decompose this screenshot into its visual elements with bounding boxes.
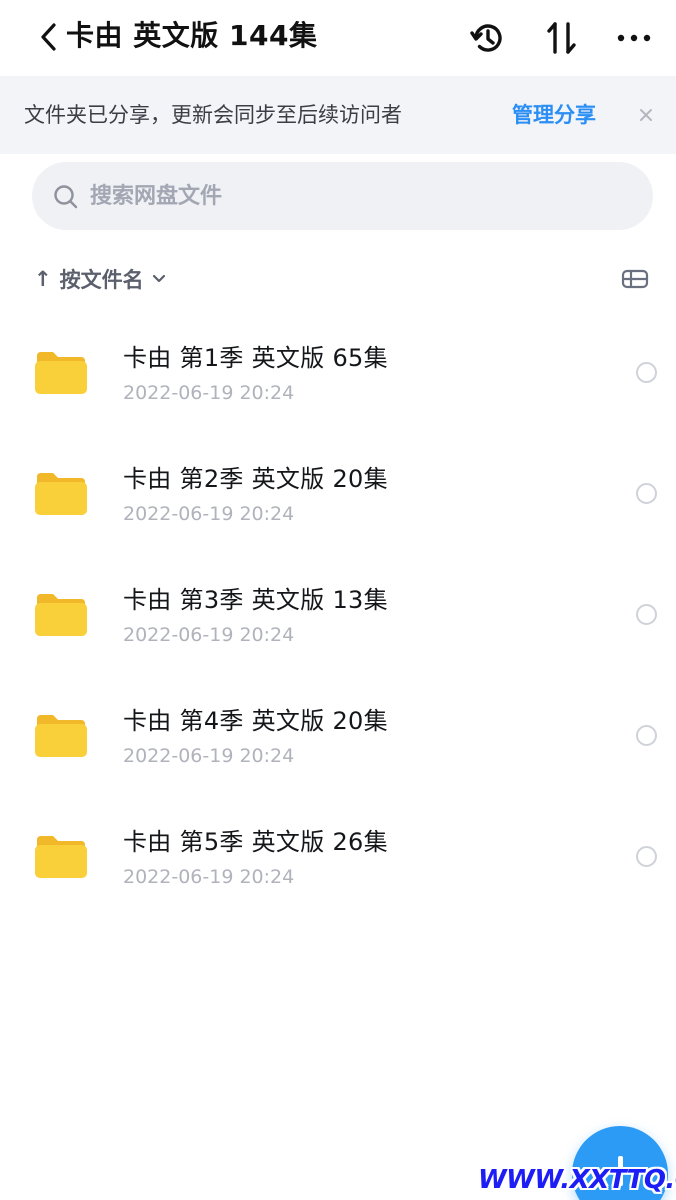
swap-vertical-icon xyxy=(547,22,576,54)
select-radio[interactable] xyxy=(636,483,657,504)
sort-label: 按文件名 xyxy=(59,268,144,292)
chevron-down-icon xyxy=(152,274,165,283)
share-banner-text: 文件夹已分享，更新会同步至后续访问者 xyxy=(24,103,402,127)
file-date: 2022-06-19 20:24 xyxy=(123,745,295,767)
history-button[interactable] xyxy=(468,18,508,58)
grid-view-icon xyxy=(621,269,649,289)
more-button[interactable] xyxy=(614,18,654,58)
search-bar[interactable] xyxy=(32,162,653,230)
sort-row: ↑ 按文件名 xyxy=(0,254,676,304)
sort-arrow-icon: ↑ xyxy=(34,267,52,291)
search-icon xyxy=(54,185,78,209)
folder-icon xyxy=(35,715,87,757)
more-horizontal-icon xyxy=(617,34,651,42)
file-name: 卡由 第2季 英文版 20集 xyxy=(123,465,388,493)
close-icon xyxy=(640,109,652,121)
file-date: 2022-06-19 20:24 xyxy=(123,624,295,646)
transfer-button[interactable] xyxy=(542,18,582,58)
history-icon xyxy=(470,24,502,52)
banner-close-button[interactable] xyxy=(632,101,660,129)
file-name: 卡由 第5季 英文版 26集 xyxy=(123,828,388,856)
file-name: 卡由 第4季 英文版 20集 xyxy=(123,707,388,735)
file-date: 2022-06-19 20:24 xyxy=(123,382,295,404)
manage-share-link[interactable]: 管理分享 xyxy=(512,76,596,154)
list-item[interactable]: 卡由 第1季 英文版 65集 2022-06-19 20:24 xyxy=(0,312,676,433)
file-date: 2022-06-19 20:24 xyxy=(123,866,295,888)
search-input[interactable] xyxy=(88,162,628,230)
folder-icon xyxy=(35,473,87,515)
app-screen: 卡由 英文版 144集 文件夹已分享，更新会同步至后续访问者 管理分享 搜索网盘… xyxy=(0,0,676,1200)
list-item[interactable]: 卡由 第3季 英文版 13集 2022-06-19 20:24 xyxy=(0,554,676,675)
view-mode-toggle[interactable] xyxy=(620,264,650,294)
file-date: 2022-06-19 20:24 xyxy=(123,503,295,525)
list-item[interactable]: 卡由 第4季 英文版 20集 2022-06-19 20:24 xyxy=(0,675,676,796)
top-bar: 卡由 英文版 144集 xyxy=(0,0,676,76)
watermark-text: WWW.XXTTQ.COM xyxy=(478,1165,676,1195)
select-radio[interactable] xyxy=(636,725,657,746)
list-item[interactable]: 卡由 第5季 英文版 26集 2022-06-19 20:24 xyxy=(0,796,676,917)
select-radio[interactable] xyxy=(636,362,657,383)
back-button[interactable] xyxy=(34,22,64,52)
file-name: 卡由 第1季 英文版 65集 xyxy=(123,344,388,372)
file-list: 卡由 第1季 英文版 65集 2022-06-19 20:24 卡由 第2季 英… xyxy=(0,312,676,917)
folder-icon xyxy=(35,836,87,878)
chevron-left-icon xyxy=(41,23,56,51)
sort-by-name-button[interactable]: ↑ 按文件名 xyxy=(34,262,166,296)
folder-icon xyxy=(35,594,87,636)
select-radio[interactable] xyxy=(636,604,657,625)
select-radio[interactable] xyxy=(636,846,657,867)
folder-icon xyxy=(35,352,87,394)
list-item[interactable]: 卡由 第2季 英文版 20集 2022-06-19 20:24 xyxy=(0,433,676,554)
share-banner: 文件夹已分享，更新会同步至后续访问者 管理分享 xyxy=(0,76,676,154)
file-name: 卡由 第3季 英文版 13集 xyxy=(123,586,388,614)
page-title: 卡由 英文版 144集 xyxy=(66,19,318,52)
